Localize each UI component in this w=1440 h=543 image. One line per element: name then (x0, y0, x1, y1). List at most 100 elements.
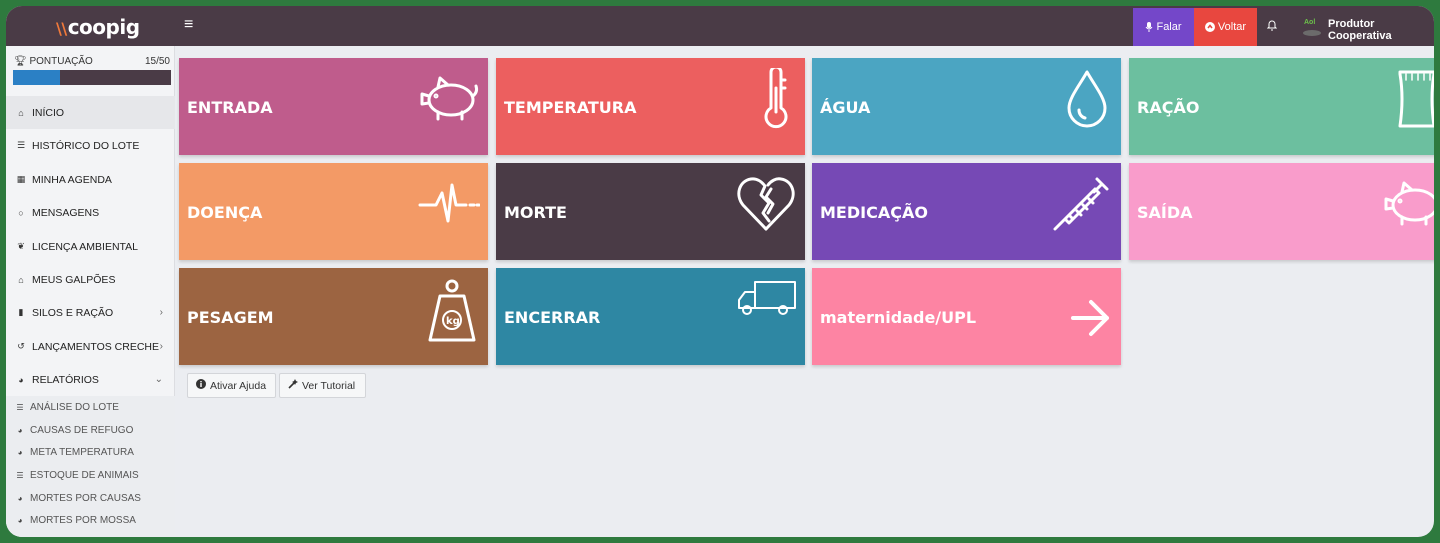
sidebar-item-label: RELATÓRIOS (32, 373, 99, 386)
pie-chart-icon: ◕ (17, 515, 23, 525)
weight-icon: kg (424, 278, 480, 349)
user-menu[interactable]: Aol Produtor Cooperativa (1302, 18, 1434, 42)
list-icon: ☰ (16, 470, 24, 480)
sidebar-item-label: LANÇAMENTOS CRECHE (32, 340, 159, 353)
falar-label: Falar (1156, 21, 1182, 33)
svg-text:kg: kg (446, 316, 460, 327)
report-item-analise-do-lote[interactable]: ☰ ANÁLISE DO LOTE (6, 396, 175, 418)
tile-encerrar[interactable]: ENCERRAR (496, 268, 805, 365)
tile-medicacao[interactable]: MEDICAÇÃO (812, 163, 1121, 260)
silo-icon: ▮ (18, 307, 24, 317)
bell-icon[interactable] (1266, 18, 1278, 36)
sidebar-item-historico-do-lote[interactable]: ☰ HISTÓRICO DO LOTE (6, 129, 175, 162)
sidebar-item-mensagens[interactable]: ○ MENSAGENS (6, 196, 175, 229)
avatar: Aol (1302, 19, 1322, 37)
logo[interactable]: \\coopig (56, 15, 140, 39)
sidebar-item-label: SILOS E RAÇÃO (32, 306, 114, 319)
report-item-label: MORTES POR CAUSAS (30, 492, 141, 504)
report-item-estoque-de-animais[interactable]: ☰ ESTOQUE DE ANIMAIS (6, 464, 175, 486)
voltar-label: Voltar (1217, 21, 1247, 33)
top-bar: \\coopig ≡ Falar Voltar Aol Produtor Coo… (6, 6, 1434, 46)
chevron-right-icon: › (159, 307, 163, 318)
score-progress-bar (13, 70, 171, 85)
feed-bag-icon (1390, 68, 1434, 135)
sidebar-item-minha-agenda[interactable]: ▦ MINHA AGENDA (6, 163, 175, 196)
trophy-icon: 🏆︎ (14, 56, 27, 67)
ver-tutorial-button[interactable]: Ver Tutorial (279, 373, 366, 398)
tile-label: ENTRADA (187, 98, 273, 117)
tile-label: maternidade/UPL (820, 308, 977, 327)
tile-maternidade-upl[interactable]: maternidade/UPL (812, 268, 1121, 365)
app-window: \\coopig ≡ Falar Voltar Aol Produtor Coo… (6, 6, 1434, 537)
tile-label: DOENÇA (187, 203, 263, 222)
tile-label: ENCERRAR (504, 308, 601, 327)
home-icon: ⌂ (18, 107, 24, 118)
pie-chart-icon: ◕ (17, 447, 23, 457)
tile-agua[interactable]: ÁGUA (812, 58, 1121, 155)
hamburger-icon[interactable]: ≡ (184, 16, 193, 34)
tile-pesagem[interactable]: PESAGEM kg (179, 268, 488, 365)
pie-chart-icon: ◕ (18, 374, 24, 385)
sidebar-item-licenca-ambiental[interactable]: ❦ LICENÇA AMBIENTAL (6, 230, 175, 263)
falar-button[interactable]: Falar (1133, 8, 1194, 46)
score-label: 🏆︎ PONTUAÇÃO (14, 56, 93, 67)
list-icon: ☰ (16, 140, 26, 150)
tile-label: PESAGEM (187, 308, 274, 327)
report-item-label: META TEMPERATURA (30, 446, 134, 458)
report-item-mortes-por-mossa[interactable]: ◕ MORTES POR MOSSA (6, 509, 175, 531)
score-value: 15/50 (144, 56, 170, 67)
arrow-right-icon (1069, 298, 1113, 343)
report-item-label: CAUSAS DE REFUGO (30, 424, 134, 436)
pie-chart-icon: ◕ (17, 425, 23, 435)
microphone-icon (1146, 22, 1153, 32)
water-drop-icon (1061, 68, 1113, 135)
tile-label: TEMPERATURA (504, 98, 637, 117)
tile-entrada[interactable]: ENTRADA (179, 58, 488, 155)
sidebar-item-meus-galpoes[interactable]: ⌂ MEUS GALPÕES (6, 263, 175, 296)
sidebar-item-lancamentos-creche[interactable]: ↺ LANÇAMENTOS CRECHE › (6, 330, 175, 363)
sidebar-item-inicio[interactable]: ⌂ INÍCIO (6, 96, 175, 129)
calendar-icon: ▦ (16, 174, 26, 184)
sidebar-item-relatorios[interactable]: ◕ RELATÓRIOS ⌄ (6, 363, 175, 396)
avatar-text: Aol (1304, 19, 1316, 26)
info-icon (196, 379, 206, 392)
tile-label: RAÇÃO (1137, 98, 1200, 117)
truck-icon (735, 278, 797, 323)
chat-icon: ○ (18, 207, 24, 218)
report-item-label: ANÁLISE DO LOTE (30, 401, 119, 413)
syringe-icon (1051, 173, 1113, 238)
tile-label: ÁGUA (820, 98, 871, 117)
sidebar: 🏆︎ PONTUAÇÃO 15/50 ⌂ INÍCIO ☰ HISTÓRICO … (6, 46, 175, 537)
piggy-bank-icon (1382, 173, 1434, 238)
score-progress-fill (13, 70, 61, 85)
tile-racao[interactable]: RAÇÃO (1129, 58, 1434, 155)
reports-submenu: ☰ ANÁLISE DO LOTE ◕ CAUSAS DE REFUGO ◕ M… (6, 396, 175, 537)
ativar-ajuda-label: Ativar Ajuda (210, 379, 267, 392)
logo-text: coopig (67, 15, 140, 39)
list-icon: ☰ (16, 402, 24, 412)
report-item-meta-temperatura[interactable]: ◕ META TEMPERATURA (6, 441, 175, 463)
sidebar-item-label: INÍCIO (32, 106, 65, 119)
barn-icon: ⌂ (18, 274, 24, 285)
sidebar-item-silos-e-racao[interactable]: ▮ SILOS E RAÇÃO › (6, 296, 175, 329)
pie-chart-icon: ◕ (17, 493, 23, 503)
sidebar-item-label: HISTÓRICO DO LOTE (32, 139, 140, 152)
tile-saida[interactable]: SAÍDA (1129, 163, 1434, 260)
report-item-mortes-por-causas[interactable]: ◕ MORTES POR CAUSAS (6, 487, 175, 509)
tile-doenca[interactable]: DOENÇA (179, 163, 488, 260)
tile-label: SAÍDA (1137, 203, 1193, 222)
ativar-ajuda-button[interactable]: Ativar Ajuda (187, 373, 276, 398)
tile-label: MEDICAÇÃO (820, 203, 928, 222)
report-item-causas-de-refugo[interactable]: ◕ CAUSAS DE REFUGO (6, 419, 175, 441)
sidebar-item-label: MENSAGENS (32, 206, 100, 219)
tile-temperatura[interactable]: TEMPERATURA (496, 58, 805, 155)
chevron-right-icon: › (159, 341, 163, 352)
voltar-button[interactable]: Voltar (1194, 8, 1257, 46)
leaf-icon: ❦ (17, 241, 25, 251)
piggy-bank-icon (418, 68, 480, 133)
ver-tutorial-label: Ver Tutorial (302, 379, 356, 392)
report-item-label: ESTOQUE DE ANIMAIS (30, 469, 139, 481)
tile-morte[interactable]: MORTE (496, 163, 805, 260)
sidebar-item-label: LICENÇA AMBIENTAL (32, 240, 139, 253)
refresh-icon: ↺ (17, 341, 25, 351)
